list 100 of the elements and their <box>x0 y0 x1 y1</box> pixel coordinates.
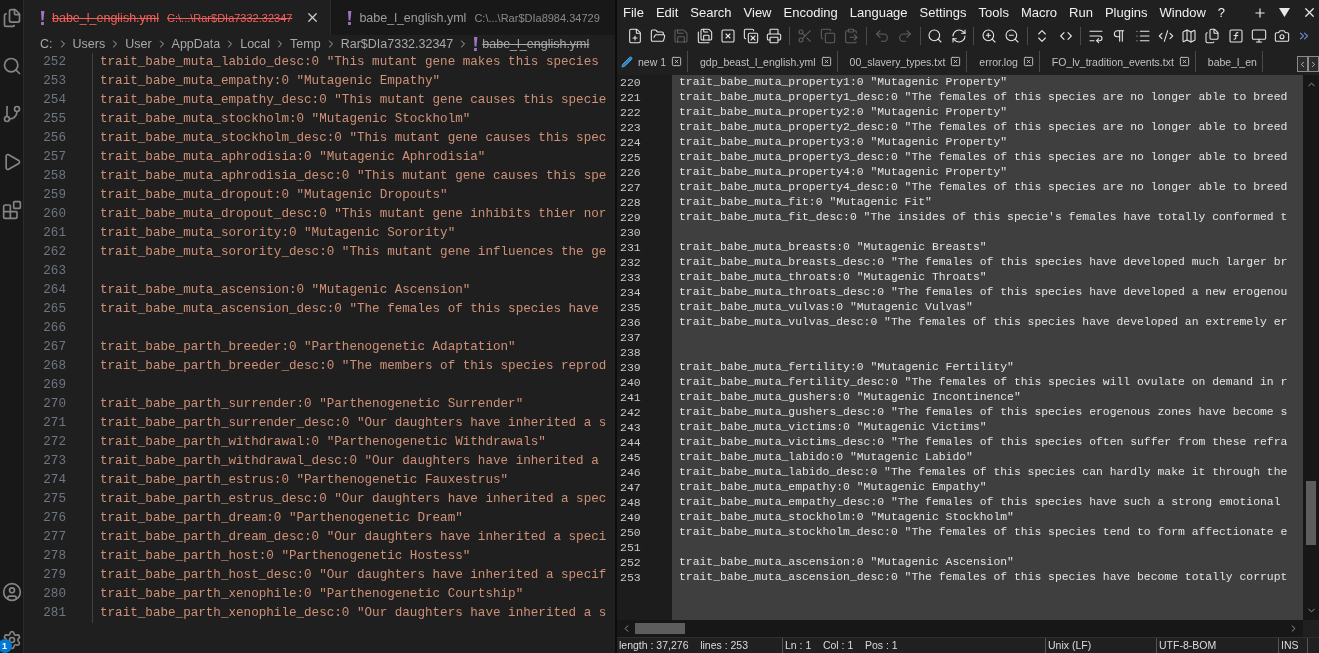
code-line: trait_babe_muta_property1:0 "Mutagenic Property" <box>679 75 1009 90</box>
zoom-out-icon[interactable] <box>1004 28 1021 44</box>
save-all-icon[interactable] <box>696 28 713 44</box>
account-icon[interactable] <box>1 582 22 602</box>
close-all-icon[interactable] <box>743 28 760 44</box>
breadcrumb-item[interactable]: Local <box>240 37 271 51</box>
menu-item[interactable]: Search <box>684 5 738 20</box>
files-icon[interactable] <box>1 8 22 28</box>
line-number: 279 <box>42 567 66 584</box>
line-number: 228 <box>620 195 642 210</box>
menu-item[interactable]: Run <box>1063 5 1099 20</box>
code-line: trait_babe_muta_stockholm_desc:0 "This mutant gene causes this spec <box>100 130 607 147</box>
printer-icon[interactable] <box>766 28 783 44</box>
close-icon[interactable] <box>1178 56 1190 67</box>
line-number: 272 <box>42 434 66 451</box>
breadcrumb-item[interactable]: babe_l_english.yml <box>482 37 590 51</box>
line-number: 270 <box>42 396 66 413</box>
line-number: 229 <box>620 210 642 225</box>
line-number: 262 <box>42 244 66 261</box>
breadcrumb-item[interactable]: Users <box>72 37 106 51</box>
search-icon[interactable] <box>927 28 944 44</box>
code-line: trait_babe_muta_aphrodisia_desc:0 "This mutant gene causes this spe <box>100 168 607 185</box>
horizontal-scrollbar[interactable] <box>617 620 1303 637</box>
code-line: trait_babe_muta_stockholm:0 "Mutagenic Stockholm" <box>100 111 472 128</box>
scrollbar-thumb[interactable] <box>635 623 685 634</box>
line-number: 259 <box>42 187 66 204</box>
vertical-scrollbar[interactable] <box>1303 75 1319 620</box>
camera-icon[interactable] <box>1274 28 1291 44</box>
notification-badge: 1 <box>0 639 12 653</box>
code-line: trait_babe_parth_estrus_desc:0 "Our daughters have inherited a spec <box>100 491 607 508</box>
menu-item[interactable]: Tools <box>972 5 1015 20</box>
code-line: trait_babe_muta_property4:0 "Mutagenic Property" <box>679 165 1009 180</box>
code-line: trait_babe_muta_labido_desc:0 "This mutant gene makes this species <box>100 54 600 71</box>
line-number: 239 <box>620 360 642 375</box>
function-icon[interactable] <box>1227 28 1244 44</box>
breadcrumb-item[interactable]: Temp <box>290 37 321 51</box>
code-line: trait_babe_parth_surrender:0 "Parthenogenetic Surrender" <box>100 396 525 413</box>
more-icon[interactable] <box>1297 29 1311 43</box>
menu-item[interactable]: Settings <box>913 5 973 20</box>
tab-scroll-button[interactable] <box>1297 56 1308 72</box>
map-icon[interactable] <box>1181 28 1198 44</box>
menu-item[interactable]: ? <box>1211 5 1232 20</box>
code-line: trait_babe_parth_breeder:0 "Parthenogenetic Adaptation" <box>100 339 517 356</box>
code-line: trait_babe_muta_stockholm:0 "Mutagenic Stockholm" <box>679 510 1015 525</box>
line-number: 253 <box>620 570 642 585</box>
close-icon[interactable] <box>671 56 683 67</box>
menu-item[interactable]: Window <box>1153 5 1212 20</box>
branch-icon[interactable] <box>1 104 22 124</box>
menu-item[interactable]: Plugins <box>1098 5 1154 20</box>
refresh-icon[interactable] <box>950 28 967 44</box>
folder-icon[interactable] <box>649 28 666 44</box>
code-line: trait_babe_muta_property1_desc:0 "The females of this species are no longer able to breed <box>679 90 1289 105</box>
line-number: 233 <box>620 270 642 285</box>
code-line: trait_babe_muta_stockholm_desc:0 "The females of this species tend to form affectionate e <box>679 525 1289 540</box>
caret-down-icon[interactable] <box>1279 8 1290 17</box>
line-number: 226 <box>620 165 642 180</box>
menu-item[interactable]: Encoding <box>777 5 844 20</box>
monitor-icon[interactable] <box>1251 28 1268 44</box>
breadcrumb-item[interactable]: AppData <box>171 37 221 51</box>
line-number: 271 <box>42 415 66 432</box>
code-line: trait_babe_muta_property4_desc:0 "The females of this species are no longer able to breed <box>679 180 1289 195</box>
zoom-in-icon[interactable] <box>980 28 997 44</box>
menu-item[interactable]: Language <box>843 5 914 20</box>
line-number: 221 <box>620 90 642 105</box>
breadcrumb-item[interactable]: Rar$DIa7332.32347 <box>340 37 454 51</box>
breadcrumb-item[interactable]: User <box>125 37 152 51</box>
file-plus-icon[interactable] <box>626 28 643 44</box>
line-number: 236 <box>620 315 642 330</box>
plus-icon[interactable] <box>1253 5 1267 20</box>
close-icon[interactable] <box>1302 5 1317 20</box>
close-icon[interactable] <box>950 56 962 67</box>
menu-item[interactable]: Edit <box>649 5 685 20</box>
editor-tab[interactable]: babe_l_english.yml C:\...\Rar$DIa7332.32347 <box>24 0 332 35</box>
menu-item[interactable]: View <box>737 5 778 20</box>
files-icon[interactable] <box>1204 28 1221 44</box>
blocks-icon[interactable] <box>1 200 22 220</box>
line-number: 250 <box>620 525 642 540</box>
code-line: trait_babe_muta_labido_desc:0 "The females of this species can hardly make it through the <box>679 465 1289 480</box>
menu-item[interactable]: File <box>617 5 650 20</box>
close-icon[interactable] <box>1022 56 1034 67</box>
line-number: 267 <box>42 339 66 356</box>
menu-item[interactable]: Macro <box>1014 5 1064 20</box>
wrap-text-icon[interactable] <box>1088 28 1104 44</box>
line-number: 257 <box>42 149 66 166</box>
code-line: trait_babe_muta_property2:0 "Mutagenic Property" <box>679 105 1009 120</box>
code-icon[interactable] <box>1157 28 1174 44</box>
list-icon[interactable] <box>1134 28 1151 44</box>
breadcrumb-item[interactable]: C: <box>40 37 53 51</box>
scrollbar-thumb[interactable] <box>1306 481 1316 545</box>
code-line: trait_babe_muta_empathy_desc:0 "This mutant gene causes this specie <box>100 92 607 109</box>
close-icon[interactable] <box>820 56 832 67</box>
line-number: 281 <box>42 605 66 622</box>
code-line: trait_babe_muta_empathy:0 "Mutagenic Empathy" <box>679 480 988 495</box>
close-icon[interactable] <box>719 28 736 44</box>
line-number: 260 <box>42 206 66 223</box>
code-line: trait_babe_parth_withdrawal_desc:0 "Our daughters have inherited a <box>100 453 600 470</box>
line-number: 222 <box>620 105 642 120</box>
line-number: 247 <box>620 480 642 495</box>
tab-scroll-button[interactable] <box>1308 56 1319 72</box>
line-number: 263 <box>42 263 66 280</box>
